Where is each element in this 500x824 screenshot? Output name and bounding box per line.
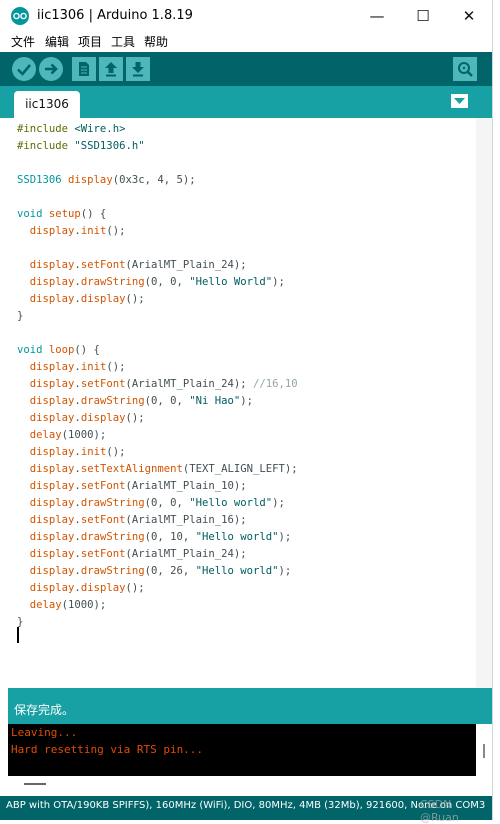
serial-monitor-button[interactable] — [453, 57, 477, 81]
chevron-down-icon — [454, 98, 465, 104]
code-line[interactable]: display.display(); — [17, 412, 145, 424]
code-line[interactable]: display.drawString(0, 0, "Hello World"); — [17, 276, 285, 288]
save-arrow-down-icon — [132, 62, 144, 77]
code-editor[interactable]: #include <Wire.h> #include "SSD1306.h" S… — [8, 118, 476, 688]
status-bar: 保存完成。 — [8, 688, 492, 724]
code-line[interactable]: display.setFont(ArialMT_Plain_24); //16,… — [17, 378, 298, 390]
code-line[interactable]: void loop() { — [17, 344, 100, 356]
console-scrollbar[interactable] — [476, 724, 492, 776]
menu-file[interactable]: 文件 — [11, 33, 35, 50]
menu-sketch[interactable]: 项目 — [78, 33, 102, 50]
code-line[interactable]: display.init(); — [17, 446, 126, 458]
code-line[interactable]: display.setTextAlignment(TEXT_ALIGN_LEFT… — [17, 463, 298, 475]
code-line[interactable]: display.init(); — [17, 225, 126, 237]
verify-button[interactable] — [12, 57, 36, 81]
menu-tools[interactable]: 工具 — [111, 33, 135, 50]
code-line[interactable]: display.display(); — [17, 582, 145, 594]
code-line[interactable]: delay(1000); — [17, 429, 107, 441]
tab-menu-button[interactable] — [451, 94, 468, 108]
editor-scrollbar[interactable] — [476, 118, 492, 688]
maximize-button[interactable]: ☐ — [400, 0, 446, 32]
console-line: Leaving... — [11, 726, 78, 739]
code-text[interactable]: #include <Wire.h> #include "SSD1306.h" S… — [17, 121, 298, 631]
status-message: 保存完成。 — [14, 703, 75, 717]
code-line[interactable]: #include "SSD1306.h" — [17, 140, 145, 152]
upload-arrow-icon — [45, 63, 58, 75]
tab-bar: iic1306 — [0, 86, 492, 118]
code-line[interactable]: display.drawString(0, 10, "Hello world")… — [17, 531, 292, 543]
new-button[interactable] — [72, 57, 96, 81]
code-line[interactable]: display.drawString(0, 0, "Ni Hao"); — [17, 395, 253, 407]
save-button[interactable] — [126, 57, 150, 81]
minimize-button[interactable]: — — [354, 0, 400, 32]
close-button[interactable]: ✕ — [446, 0, 492, 32]
menu-bar: 文件 编辑 项目 工具 帮助 — [0, 32, 492, 52]
code-line[interactable]: void setup() { — [17, 208, 106, 220]
horizontal-scroll-thumb[interactable] — [24, 783, 46, 785]
code-line[interactable]: delay(1000); — [17, 599, 107, 611]
board-info-text: ABP with OTA/190KB SPIFFS), 160MHz (WiFi… — [6, 800, 486, 811]
code-line[interactable]: display.drawString(0, 0, "Hello world"); — [17, 497, 285, 509]
console-output[interactable]: Leaving... Hard resetting via RTS pin... — [8, 724, 476, 776]
code-line[interactable]: #include <Wire.h> — [17, 123, 125, 135]
board-info-bar: ABP with OTA/190KB SPIFFS), 160MHz (WiFi… — [0, 796, 492, 820]
menu-help[interactable]: 帮助 — [144, 33, 168, 50]
code-line[interactable]: SSD1306 display(0x3c, 4, 5); — [17, 174, 196, 186]
code-line[interactable]: display.drawString(0, 26, "Hello world")… — [17, 565, 292, 577]
watermark: CSDN @Ruan — [420, 798, 459, 824]
code-line[interactable]: display.setFont(ArialMT_Plain_10); — [17, 480, 247, 492]
open-button[interactable] — [99, 57, 123, 81]
console-scroll-thumb[interactable] — [483, 744, 485, 758]
code-line[interactable]: display.setFont(ArialMT_Plain_16); — [17, 514, 247, 526]
window-title: iic1306 | Arduino 1.8.19 — [37, 8, 193, 23]
code-line[interactable]: display.display(); — [17, 293, 145, 305]
arduino-ide-window: iic1306 | Arduino 1.8.19 — ☐ ✕ 文件 编辑 项目 … — [0, 0, 493, 824]
code-line[interactable]: display.init(); — [17, 361, 126, 373]
text-caret — [17, 627, 19, 643]
console-line: Hard resetting via RTS pin... — [11, 743, 204, 756]
toolbar — [0, 52, 492, 86]
background-window-edge — [493, 52, 500, 820]
open-arrow-up-icon — [105, 62, 117, 77]
code-line[interactable]: } — [17, 310, 23, 322]
verify-icon — [17, 64, 31, 76]
arduino-logo-icon — [11, 7, 29, 25]
new-file-icon — [79, 62, 89, 76]
code-line[interactable]: display.setFont(ArialMT_Plain_24); — [17, 259, 247, 271]
serial-monitor-icon — [458, 62, 473, 77]
code-line[interactable]: display.setFont(ArialMT_Plain_24); — [17, 548, 247, 560]
title-bar: iic1306 | Arduino 1.8.19 — ☐ ✕ — [0, 0, 492, 32]
tab-iic1306[interactable]: iic1306 — [14, 91, 80, 118]
menu-edit[interactable]: 编辑 — [45, 33, 69, 50]
upload-button[interactable] — [39, 57, 63, 81]
